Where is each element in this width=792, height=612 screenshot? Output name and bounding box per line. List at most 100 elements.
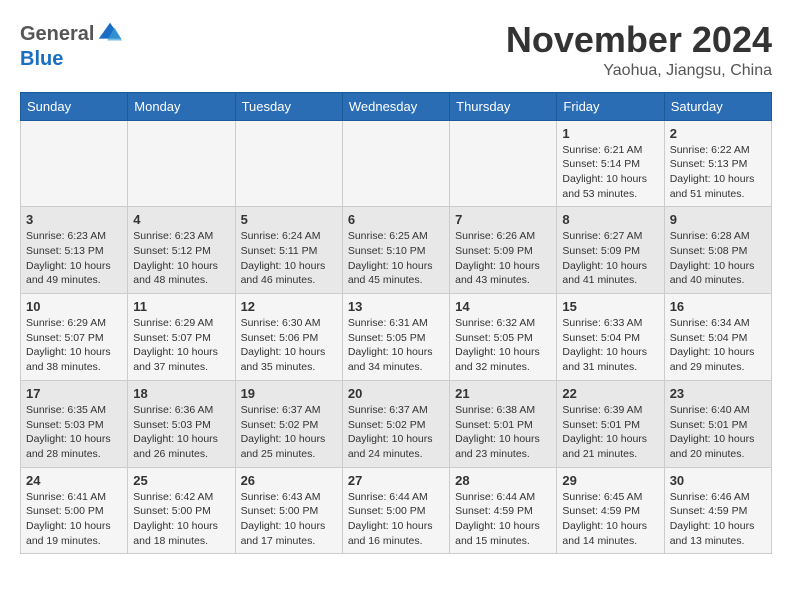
- day-number: 23: [670, 386, 766, 401]
- day-number: 5: [241, 212, 337, 227]
- day-info: Sunrise: 6:27 AM Sunset: 5:09 PM Dayligh…: [562, 229, 658, 288]
- calendar-cell: 26 Sunrise: 6:43 AM Sunset: 5:00 PM Dayli…: [235, 467, 342, 554]
- day-info: Sunrise: 6:44 AM Sunset: 5:00 PM Dayligh…: [348, 490, 444, 549]
- day-number: 20: [348, 386, 444, 401]
- day-number: 19: [241, 386, 337, 401]
- day-info: Sunrise: 6:45 AM Sunset: 4:59 PM Dayligh…: [562, 490, 658, 549]
- day-info: Sunrise: 6:40 AM Sunset: 5:01 PM Dayligh…: [670, 403, 766, 462]
- calendar-cell: 25 Sunrise: 6:42 AM Sunset: 5:00 PM Dayli…: [128, 467, 235, 554]
- day-number: 6: [348, 212, 444, 227]
- day-info: Sunrise: 6:29 AM Sunset: 5:07 PM Dayligh…: [26, 316, 122, 375]
- calendar-cell: 24Sunrise: 6:41 AM Sunset: 5:00 PM Dayli…: [21, 467, 128, 554]
- day-number: 18: [133, 386, 229, 401]
- calendar-cell: 23 Sunrise: 6:40 AM Sunset: 5:01 PM Dayli…: [664, 380, 771, 467]
- calendar-cell: 17Sunrise: 6:35 AM Sunset: 5:03 PM Dayli…: [21, 380, 128, 467]
- calendar-cell: [21, 120, 128, 207]
- calendar-cell: 1 Sunrise: 6:21 AM Sunset: 5:14 PM Daylig…: [557, 120, 664, 207]
- day-info: Sunrise: 6:39 AM Sunset: 5:01 PM Dayligh…: [562, 403, 658, 462]
- day-number: 12: [241, 299, 337, 314]
- day-info: Sunrise: 6:46 AM Sunset: 4:59 PM Dayligh…: [670, 490, 766, 549]
- calendar: SundayMondayTuesdayWednesdayThursdayFrid…: [20, 92, 772, 555]
- day-info: Sunrise: 6:24 AM Sunset: 5:11 PM Dayligh…: [241, 229, 337, 288]
- day-number: 21: [455, 386, 551, 401]
- week-row-1: 1 Sunrise: 6:21 AM Sunset: 5:14 PM Daylig…: [21, 120, 772, 207]
- day-info: Sunrise: 6:44 AM Sunset: 4:59 PM Dayligh…: [455, 490, 551, 549]
- day-info: Sunrise: 6:31 AM Sunset: 5:05 PM Dayligh…: [348, 316, 444, 375]
- day-number: 7: [455, 212, 551, 227]
- day-info: Sunrise: 6:35 AM Sunset: 5:03 PM Dayligh…: [26, 403, 122, 462]
- day-info: Sunrise: 6:26 AM Sunset: 5:09 PM Dayligh…: [455, 229, 551, 288]
- calendar-cell: [235, 120, 342, 207]
- day-info: Sunrise: 6:43 AM Sunset: 5:00 PM Dayligh…: [241, 490, 337, 549]
- header: General Blue November 2024 Yaohua, Jiang…: [20, 20, 772, 80]
- weekday-header-saturday: Saturday: [664, 92, 771, 120]
- day-info: Sunrise: 6:33 AM Sunset: 5:04 PM Dayligh…: [562, 316, 658, 375]
- calendar-cell: 30Sunrise: 6:46 AM Sunset: 4:59 PM Dayli…: [664, 467, 771, 554]
- logo: General Blue: [20, 20, 124, 71]
- calendar-cell: 5 Sunrise: 6:24 AM Sunset: 5:11 PM Daylig…: [235, 207, 342, 294]
- calendar-cell: 22 Sunrise: 6:39 AM Sunset: 5:01 PM Dayli…: [557, 380, 664, 467]
- weekday-header-wednesday: Wednesday: [342, 92, 449, 120]
- day-number: 25: [133, 473, 229, 488]
- day-info: Sunrise: 6:34 AM Sunset: 5:04 PM Dayligh…: [670, 316, 766, 375]
- week-row-3: 10 Sunrise: 6:29 AM Sunset: 5:07 PM Dayli…: [21, 294, 772, 381]
- day-info: Sunrise: 6:21 AM Sunset: 5:14 PM Dayligh…: [562, 143, 658, 202]
- day-info: Sunrise: 6:22 AM Sunset: 5:13 PM Dayligh…: [670, 143, 766, 202]
- calendar-cell: 21Sunrise: 6:38 AM Sunset: 5:01 PM Dayli…: [450, 380, 557, 467]
- calendar-cell: 19 Sunrise: 6:37 AM Sunset: 5:02 PM Dayli…: [235, 380, 342, 467]
- day-number: 8: [562, 212, 658, 227]
- day-info: Sunrise: 6:37 AM Sunset: 5:02 PM Dayligh…: [348, 403, 444, 462]
- day-number: 11: [133, 299, 229, 314]
- weekday-header-sunday: Sunday: [21, 92, 128, 120]
- day-number: 13: [348, 299, 444, 314]
- weekday-header-monday: Monday: [128, 92, 235, 120]
- calendar-cell: [128, 120, 235, 207]
- weekday-header-tuesday: Tuesday: [235, 92, 342, 120]
- day-number: 9: [670, 212, 766, 227]
- day-number: 22: [562, 386, 658, 401]
- day-number: 28: [455, 473, 551, 488]
- day-number: 10: [26, 299, 122, 314]
- weekday-header-friday: Friday: [557, 92, 664, 120]
- day-info: Sunrise: 6:30 AM Sunset: 5:06 PM Dayligh…: [241, 316, 337, 375]
- calendar-cell: 13 Sunrise: 6:31 AM Sunset: 5:05 PM Dayli…: [342, 294, 449, 381]
- day-number: 3: [26, 212, 122, 227]
- day-info: Sunrise: 6:37 AM Sunset: 5:02 PM Dayligh…: [241, 403, 337, 462]
- day-number: 27: [348, 473, 444, 488]
- calendar-cell: [450, 120, 557, 207]
- calendar-cell: 10 Sunrise: 6:29 AM Sunset: 5:07 PM Dayli…: [21, 294, 128, 381]
- calendar-cell: 6Sunrise: 6:25 AM Sunset: 5:10 PM Daylig…: [342, 207, 449, 294]
- weekday-header-row: SundayMondayTuesdayWednesdayThursdayFrid…: [21, 92, 772, 120]
- day-number: 29: [562, 473, 658, 488]
- day-number: 4: [133, 212, 229, 227]
- calendar-cell: 7 Sunrise: 6:26 AM Sunset: 5:09 PM Daylig…: [450, 207, 557, 294]
- calendar-cell: 18 Sunrise: 6:36 AM Sunset: 5:03 PM Dayli…: [128, 380, 235, 467]
- day-number: 26: [241, 473, 337, 488]
- month-title: November 2024: [506, 20, 772, 60]
- day-info: Sunrise: 6:23 AM Sunset: 5:13 PM Dayligh…: [26, 229, 122, 288]
- day-info: Sunrise: 6:28 AM Sunset: 5:08 PM Dayligh…: [670, 229, 766, 288]
- calendar-cell: 14 Sunrise: 6:32 AM Sunset: 5:05 PM Dayli…: [450, 294, 557, 381]
- title-block: November 2024 Yaohua, Jiangsu, China: [506, 20, 772, 80]
- calendar-cell: 15Sunrise: 6:33 AM Sunset: 5:04 PM Dayli…: [557, 294, 664, 381]
- page: General Blue November 2024 Yaohua, Jiang…: [0, 0, 792, 564]
- logo-general-text: General: [20, 23, 94, 46]
- calendar-cell: 27 Sunrise: 6:44 AM Sunset: 5:00 PM Dayli…: [342, 467, 449, 554]
- day-info: Sunrise: 6:36 AM Sunset: 5:03 PM Dayligh…: [133, 403, 229, 462]
- calendar-cell: 4Sunrise: 6:23 AM Sunset: 5:12 PM Daylig…: [128, 207, 235, 294]
- calendar-cell: 2 Sunrise: 6:22 AM Sunset: 5:13 PM Daylig…: [664, 120, 771, 207]
- day-info: Sunrise: 6:42 AM Sunset: 5:00 PM Dayligh…: [133, 490, 229, 549]
- calendar-cell: 16Sunrise: 6:34 AM Sunset: 5:04 PM Dayli…: [664, 294, 771, 381]
- location: Yaohua, Jiangsu, China: [506, 62, 772, 80]
- week-row-5: 24Sunrise: 6:41 AM Sunset: 5:00 PM Dayli…: [21, 467, 772, 554]
- calendar-cell: 11Sunrise: 6:29 AM Sunset: 5:07 PM Dayli…: [128, 294, 235, 381]
- calendar-cell: 3 Sunrise: 6:23 AM Sunset: 5:13 PM Daylig…: [21, 207, 128, 294]
- calendar-cell: 28 Sunrise: 6:44 AM Sunset: 4:59 PM Dayli…: [450, 467, 557, 554]
- day-number: 2: [670, 126, 766, 141]
- day-number: 1: [562, 126, 658, 141]
- calendar-cell: 9 Sunrise: 6:28 AM Sunset: 5:08 PM Daylig…: [664, 207, 771, 294]
- day-info: Sunrise: 6:32 AM Sunset: 5:05 PM Dayligh…: [455, 316, 551, 375]
- day-number: 14: [455, 299, 551, 314]
- day-info: Sunrise: 6:41 AM Sunset: 5:00 PM Dayligh…: [26, 490, 122, 549]
- logo-blue-text: Blue: [20, 48, 63, 71]
